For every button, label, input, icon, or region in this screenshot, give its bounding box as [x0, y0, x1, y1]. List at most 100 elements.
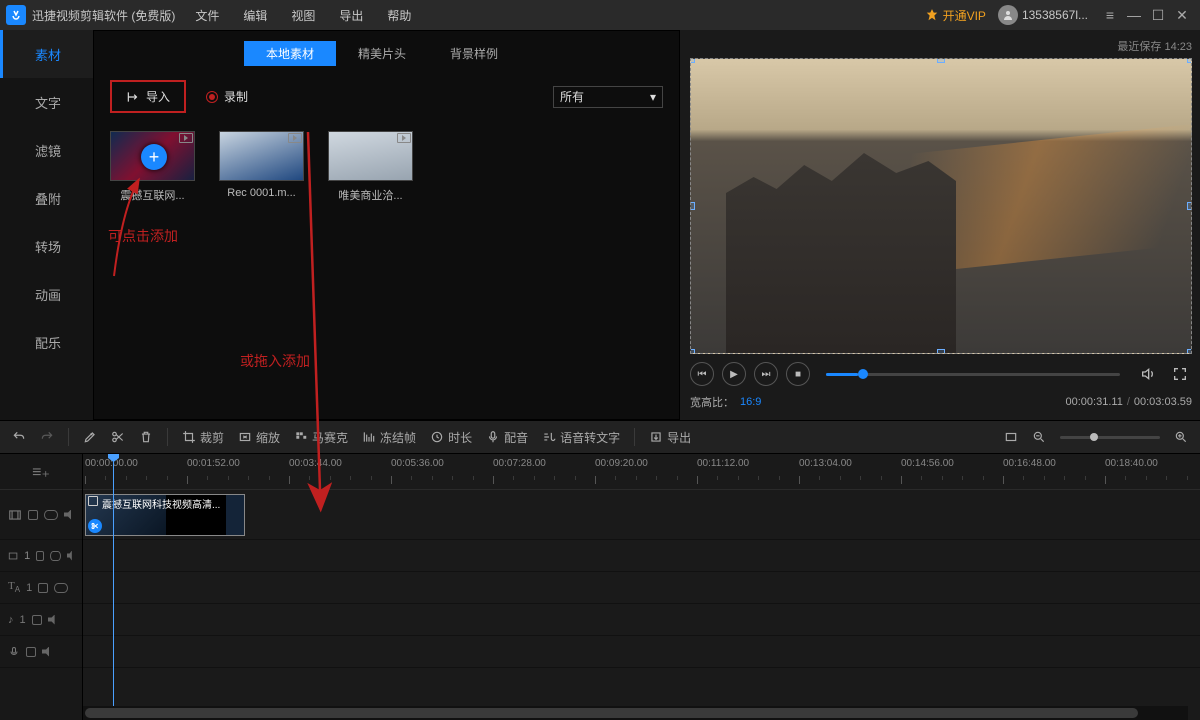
speaker-icon[interactable]: [67, 551, 74, 561]
playhead[interactable]: [113, 454, 114, 720]
sidetab-transition[interactable]: 转场: [0, 222, 93, 270]
lock-icon[interactable]: [36, 551, 44, 561]
menu-export[interactable]: 导出: [339, 7, 363, 24]
speech-to-text-button[interactable]: 语音转文字: [542, 429, 620, 446]
chevron-down-icon: ▾: [650, 90, 656, 104]
fullscreen-icon[interactable]: [1168, 362, 1192, 386]
track-header-audio[interactable]: ♪1: [0, 604, 82, 636]
crop-button[interactable]: 裁剪: [182, 429, 224, 446]
zoom-slider[interactable]: [1060, 436, 1160, 439]
zoom-in-button[interactable]: [1174, 430, 1188, 444]
text-track[interactable]: [83, 572, 1200, 604]
video-icon: [179, 133, 193, 143]
add-icon[interactable]: +: [141, 144, 167, 170]
play-button[interactable]: ▶: [722, 362, 746, 386]
prev-frame-button[interactable]: ⏮: [690, 362, 714, 386]
audio-track[interactable]: [83, 604, 1200, 636]
speaker-icon[interactable]: [42, 647, 52, 657]
video-track[interactable]: 震撼互联网科技视频高清...: [83, 490, 1200, 540]
aspect-value[interactable]: 16:9: [740, 396, 761, 408]
timeline-scrollbar[interactable]: [83, 706, 1188, 720]
mosaic-button[interactable]: 马赛克: [294, 429, 348, 446]
stop-button[interactable]: ■: [786, 362, 810, 386]
redo-button[interactable]: [40, 430, 54, 444]
media-item[interactable]: + 震撼互联网...: [110, 131, 195, 203]
app-title: 迅捷视频剪辑软件 (免费版): [32, 7, 175, 24]
preview-viewer[interactable]: [690, 58, 1192, 354]
duration: 00:03:03.59: [1134, 396, 1192, 408]
eye-icon[interactable]: [44, 510, 58, 520]
fit-button[interactable]: [1004, 430, 1018, 444]
annotation-drag-add: 或拖入添加: [240, 351, 310, 371]
edit-toolbar: 裁剪 缩放 马赛克 冻结帧 时长 配音 语音转文字 导出: [0, 420, 1200, 454]
timeline: ≡₊ 1 TA1 ♪1 00:00:00.0000:01:52.0000:03:…: [0, 454, 1200, 720]
media-tab-intros[interactable]: 精美片头: [336, 41, 428, 66]
menu-help[interactable]: 帮助: [387, 7, 411, 24]
video-icon: [288, 133, 302, 143]
lock-icon[interactable]: [26, 647, 36, 657]
record-icon: [206, 91, 218, 103]
lock-icon[interactable]: [28, 510, 38, 520]
split-button[interactable]: [111, 430, 125, 444]
eye-icon[interactable]: [54, 583, 68, 593]
delete-button[interactable]: [139, 430, 153, 444]
menu-view[interactable]: 视图: [291, 7, 315, 24]
speaker-icon[interactable]: [64, 510, 74, 520]
annotation-click-add: 可点击添加: [108, 226, 178, 246]
volume-icon[interactable]: [1136, 362, 1160, 386]
dub-button[interactable]: 配音: [486, 429, 528, 446]
current-time: 00:00:31.11: [1066, 396, 1123, 408]
aspect-label: 宽高比：: [690, 394, 734, 410]
pip-track[interactable]: [83, 540, 1200, 572]
menu-file[interactable]: 文件: [195, 7, 219, 24]
track-header-text[interactable]: TA1: [0, 572, 82, 604]
export-button[interactable]: 导出: [649, 429, 691, 446]
track-header-video[interactable]: [0, 490, 82, 540]
minimize-button[interactable]: —: [1122, 7, 1146, 23]
media-panel: 本地素材 精美片头 背景样例 导入 录制 所有▾ + 震撼互: [93, 30, 680, 420]
undo-button[interactable]: [12, 430, 26, 444]
edit-button[interactable]: [83, 430, 97, 444]
scissors-icon: [88, 519, 102, 533]
hamburger-icon[interactable]: ≡: [1098, 7, 1122, 23]
sidetab-text[interactable]: 文字: [0, 78, 93, 126]
track-header-pip[interactable]: 1: [0, 540, 82, 572]
zoom-button[interactable]: 缩放: [238, 429, 280, 446]
record-button[interactable]: 录制: [206, 88, 248, 105]
maximize-button[interactable]: ☐: [1146, 7, 1170, 24]
media-item[interactable]: 唯美商业洽...: [328, 131, 413, 203]
media-tab-local[interactable]: 本地素材: [244, 41, 336, 66]
sidetab-filter[interactable]: 滤镜: [0, 126, 93, 174]
preview-panel: 最近保存 14:23 ⏮ ▶ ⏭ ■ 宽高比： 16:9: [680, 30, 1200, 420]
sidetab-material[interactable]: 素材: [0, 30, 93, 78]
app-logo: [6, 5, 26, 25]
sidetab-animation[interactable]: 动画: [0, 270, 93, 318]
menu-edit[interactable]: 编辑: [243, 7, 267, 24]
lock-icon[interactable]: [32, 615, 42, 625]
timeline-ruler[interactable]: 00:00:00.0000:01:52.0000:03:44.0000:05:3…: [83, 454, 1200, 490]
filter-dropdown[interactable]: 所有▾: [553, 86, 663, 108]
user-account[interactable]: 13538567l...: [998, 5, 1088, 25]
vip-button[interactable]: 开通VIP: [925, 7, 986, 24]
lock-icon[interactable]: [38, 583, 48, 593]
speaker-icon[interactable]: [48, 615, 58, 625]
side-tabs: 素材 文字 滤镜 叠附 转场 动画 配乐: [0, 30, 93, 420]
zoom-out-button[interactable]: [1032, 430, 1046, 444]
media-tab-backgrounds[interactable]: 背景样例: [428, 41, 520, 66]
progress-slider[interactable]: [826, 373, 1120, 376]
close-button[interactable]: ✕: [1170, 7, 1194, 24]
track-header-voice[interactable]: [0, 636, 82, 668]
import-button[interactable]: 导入: [110, 80, 186, 113]
media-item[interactable]: Rec 0001.m...: [219, 131, 304, 203]
video-icon: [88, 496, 98, 506]
voice-track[interactable]: [83, 636, 1200, 668]
freeze-button[interactable]: 冻结帧: [362, 429, 416, 446]
save-time: 最近保存 14:23: [690, 36, 1192, 58]
next-frame-button[interactable]: ⏭: [754, 362, 778, 386]
sidetab-overlay[interactable]: 叠附: [0, 174, 93, 222]
timeline-clip[interactable]: 震撼互联网科技视频高清...: [85, 494, 245, 536]
sidetab-music[interactable]: 配乐: [0, 318, 93, 366]
duration-button[interactable]: 时长: [430, 429, 472, 446]
timeline-menu-button[interactable]: ≡₊: [0, 454, 82, 490]
eye-icon[interactable]: [50, 551, 61, 561]
